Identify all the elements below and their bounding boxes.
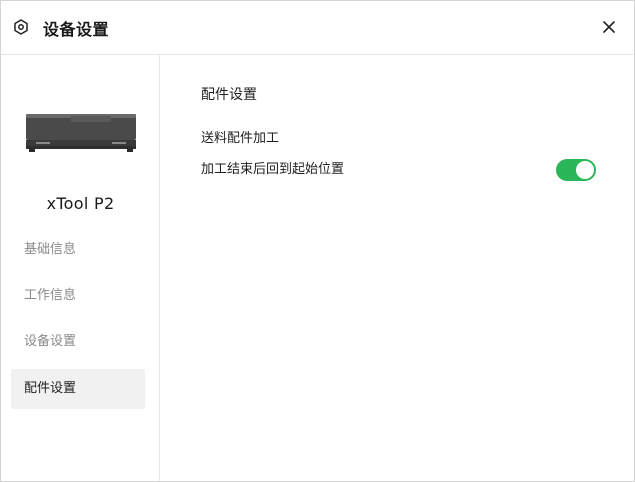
section-title: 配件设置 [201,87,257,103]
close-icon[interactable] [600,18,618,36]
dialog-titlebar: 设备设置 [1,1,634,55]
sidebar-item-work-info[interactable]: 工作信息 [11,276,145,316]
settings-dialog: 设备设置 xTool P2 基础信息 工作信息 设备设置 配件设置 配件设置 送… [0,0,635,482]
sidebar-item-device-settings[interactable]: 设备设置 [11,322,145,362]
laser-cutter-device-image [26,114,136,152]
sidebar-item-basic-info[interactable]: 基础信息 [11,230,145,270]
main-content: 配件设置 送料配件加工 加工结束后回到起始位置 [160,55,634,481]
option-label-return-to-origin: 加工结束后回到起始位置 [201,162,345,177]
hexagon-gear-icon [14,19,28,35]
sidebar: xTool P2 基础信息 工作信息 设备设置 配件设置 [1,55,160,481]
option-label-feeding-accessory: 送料配件加工 [201,131,280,146]
device-name: xTool P2 [46,194,115,213]
return-to-origin-toggle[interactable] [556,159,596,181]
toggle-knob [576,161,594,179]
sidebar-item-accessory-settings[interactable]: 配件设置 [11,369,145,409]
dialog-title: 设备设置 [43,20,110,39]
